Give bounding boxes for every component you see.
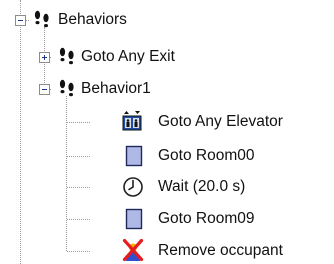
room-icon xyxy=(123,208,145,230)
clock-icon xyxy=(122,176,144,198)
action-label: Goto Any Elevator xyxy=(158,113,283,130)
remove-occupant-icon xyxy=(122,239,144,261)
tree-connector xyxy=(20,0,21,264)
tree-connector xyxy=(67,251,90,252)
footprints-icon xyxy=(31,9,53,31)
tree-node-label: Behavior1 xyxy=(81,80,151,97)
tree-connector xyxy=(67,122,90,123)
collapse-toggle[interactable] xyxy=(39,84,50,95)
tree-node-label: Goto Any Exit xyxy=(81,48,175,65)
minus-icon xyxy=(42,89,47,90)
tree-connector xyxy=(66,96,67,251)
tree-connector xyxy=(67,219,90,220)
room-icon xyxy=(123,145,145,167)
collapse-toggle[interactable] xyxy=(15,15,26,26)
tree-node-label: Behaviors xyxy=(58,11,127,28)
tree-connector xyxy=(67,156,90,157)
tree-connector xyxy=(67,187,90,188)
footprints-icon xyxy=(56,46,78,68)
action-label: Remove occupant xyxy=(158,242,283,259)
minus-icon xyxy=(18,20,23,21)
action-label: Wait (20.0 s) xyxy=(158,178,246,195)
plus-icon xyxy=(42,55,47,60)
action-label: Goto Room00 xyxy=(158,147,255,164)
footprints-icon xyxy=(56,78,78,100)
action-label: Goto Room09 xyxy=(158,210,255,227)
expand-toggle[interactable] xyxy=(39,52,50,63)
elevator-icon xyxy=(121,110,143,132)
